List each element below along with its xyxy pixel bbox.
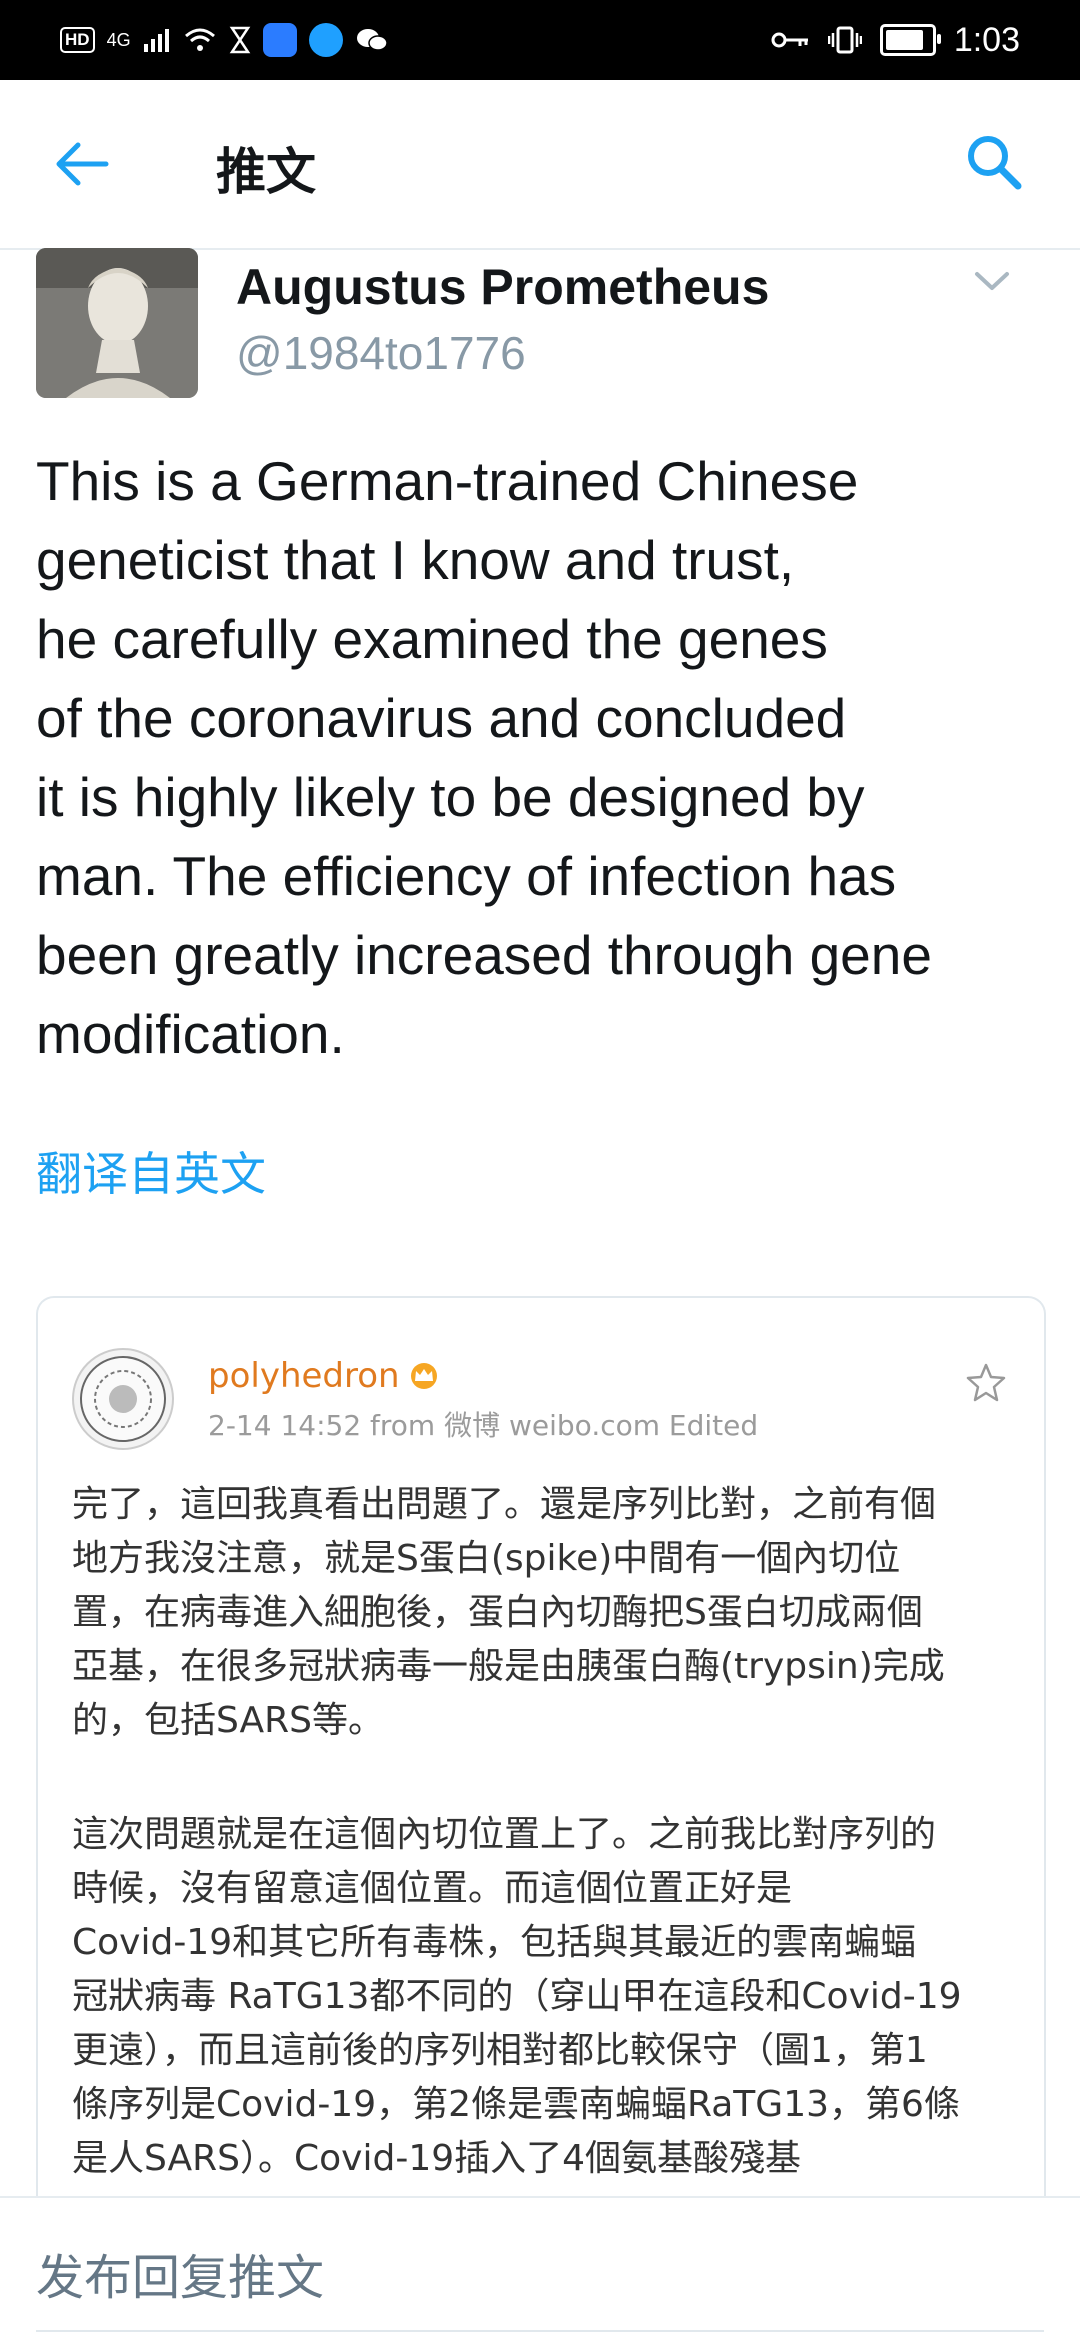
embedded-paragraph-2: 這次問題就是在這個內切位置上了。之前我比對序列的 時候，沒有留意這個位置。而這個… bbox=[72, 1814, 962, 2179]
battery-fill bbox=[885, 30, 923, 50]
page-title: 推文 bbox=[216, 143, 316, 201]
app-notification-icon-2 bbox=[308, 23, 343, 57]
signal-icon bbox=[143, 26, 171, 54]
star-icon bbox=[966, 1362, 1006, 1402]
author-avatar[interactable] bbox=[36, 248, 198, 398]
tweet-text: This is a German-trained Chinese genetic… bbox=[36, 450, 932, 1065]
app-notification-icon bbox=[262, 23, 297, 57]
embedded-avatar bbox=[72, 1348, 174, 1450]
translate-link[interactable]: 翻译自英文 bbox=[36, 1138, 266, 1204]
clock: 1:03 bbox=[953, 20, 1020, 59]
wifi-icon bbox=[183, 26, 217, 54]
tweet-media-image[interactable]: polyhedron 2-14 14:52 from 微博 weibo.com … bbox=[36, 1296, 1046, 2342]
key-icon bbox=[770, 28, 810, 52]
embedded-username: polyhedron bbox=[208, 1356, 440, 1396]
author-name[interactable]: Augustus Prometheus bbox=[236, 258, 769, 316]
chevron-down-icon[interactable] bbox=[972, 266, 1012, 296]
status-bar: HD 4G 1:03 bbox=[0, 0, 1080, 80]
app-bar: 推文 bbox=[0, 80, 1080, 250]
back-arrow-icon[interactable] bbox=[54, 140, 110, 188]
wechat-icon bbox=[355, 26, 389, 54]
battery-icon bbox=[879, 24, 941, 56]
embedded-username-text: polyhedron bbox=[208, 1356, 400, 1396]
network-badge: 4G bbox=[106, 29, 131, 50]
author-handle[interactable]: @1984to1776 bbox=[236, 326, 526, 380]
hourglass-icon bbox=[229, 26, 251, 54]
crown-icon bbox=[408, 1359, 440, 1389]
reply-bar: 发布回复推文 bbox=[0, 2196, 1080, 2342]
embedded-paragraph-1: 完了，這回我真看出問題了。還是序列比對，之前有個 地方我沒注意，就是S蛋白(sp… bbox=[72, 1484, 945, 1741]
reply-input[interactable]: 发布回复推文 bbox=[36, 2238, 324, 2308]
status-right: 1:03 bbox=[770, 0, 1020, 80]
reply-underline bbox=[36, 2330, 1044, 2332]
status-left: HD 4G bbox=[60, 0, 389, 80]
hd-badge: HD bbox=[60, 27, 95, 53]
vibrate-icon bbox=[827, 25, 862, 55]
embedded-meta: 2-14 14:52 from 微博 weibo.com Edited bbox=[208, 1409, 759, 1442]
search-icon[interactable] bbox=[964, 132, 1024, 192]
